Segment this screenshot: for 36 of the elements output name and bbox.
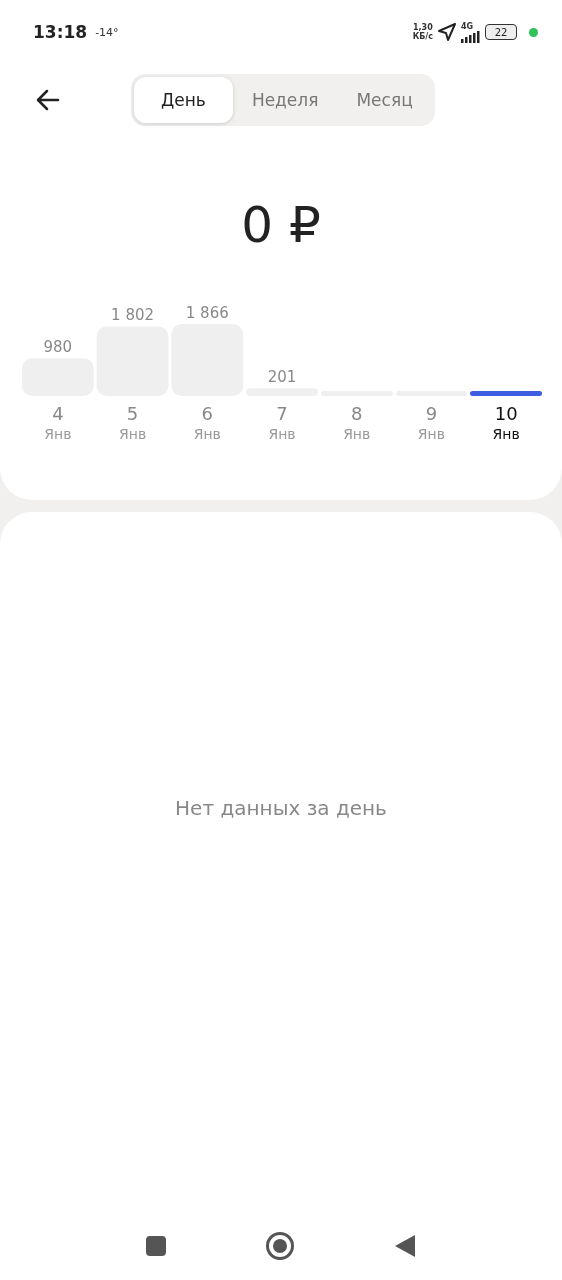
network-speed: 1,30 bbox=[412, 23, 433, 32]
period-tab[interactable]: Неделя bbox=[232, 77, 338, 123]
month-label: Янв bbox=[119, 426, 147, 442]
day-number: 8 bbox=[351, 403, 363, 424]
signal-icon bbox=[461, 30, 481, 43]
day-marker[interactable] bbox=[470, 391, 543, 396]
month-label: Янв bbox=[193, 426, 221, 442]
indicator-dot bbox=[529, 27, 538, 37]
back-icon[interactable] bbox=[394, 1234, 416, 1258]
period-tab[interactable]: День bbox=[134, 77, 233, 123]
home-icon[interactable] bbox=[266, 1232, 294, 1260]
speed-unit: КБ/с bbox=[412, 32, 433, 41]
period-tab[interactable]: Месяц bbox=[337, 77, 432, 123]
total-amount: 0 ₽ bbox=[240, 196, 322, 256]
day-number: 7 bbox=[276, 403, 288, 424]
location-icon bbox=[437, 22, 457, 42]
temperature: -14° bbox=[95, 25, 119, 39]
bar-value: 1 802 bbox=[111, 306, 155, 325]
bar-value: 1 866 bbox=[185, 304, 229, 322]
month-label: Янв bbox=[268, 426, 296, 442]
status-time: 13:18 bbox=[33, 22, 88, 42]
day-number: 5 bbox=[126, 403, 139, 424]
day-number: 4 bbox=[52, 403, 64, 424]
recents-icon[interactable] bbox=[146, 1236, 166, 1256]
day-number: 10 bbox=[494, 403, 518, 424]
day-number: 9 bbox=[425, 403, 438, 424]
network-type: 4G bbox=[461, 21, 475, 31]
month-label: Янв bbox=[492, 426, 520, 442]
month-label: Янв bbox=[417, 426, 445, 442]
month-label: Янв bbox=[343, 426, 371, 442]
month-label: Янв bbox=[44, 426, 72, 442]
bar-value: 980 bbox=[43, 338, 73, 357]
day-number: 6 bbox=[201, 403, 213, 424]
empty-message: Нет данных за день bbox=[175, 796, 387, 822]
battery-icon: 22 bbox=[485, 24, 517, 40]
bar-value: 201 bbox=[267, 368, 297, 387]
